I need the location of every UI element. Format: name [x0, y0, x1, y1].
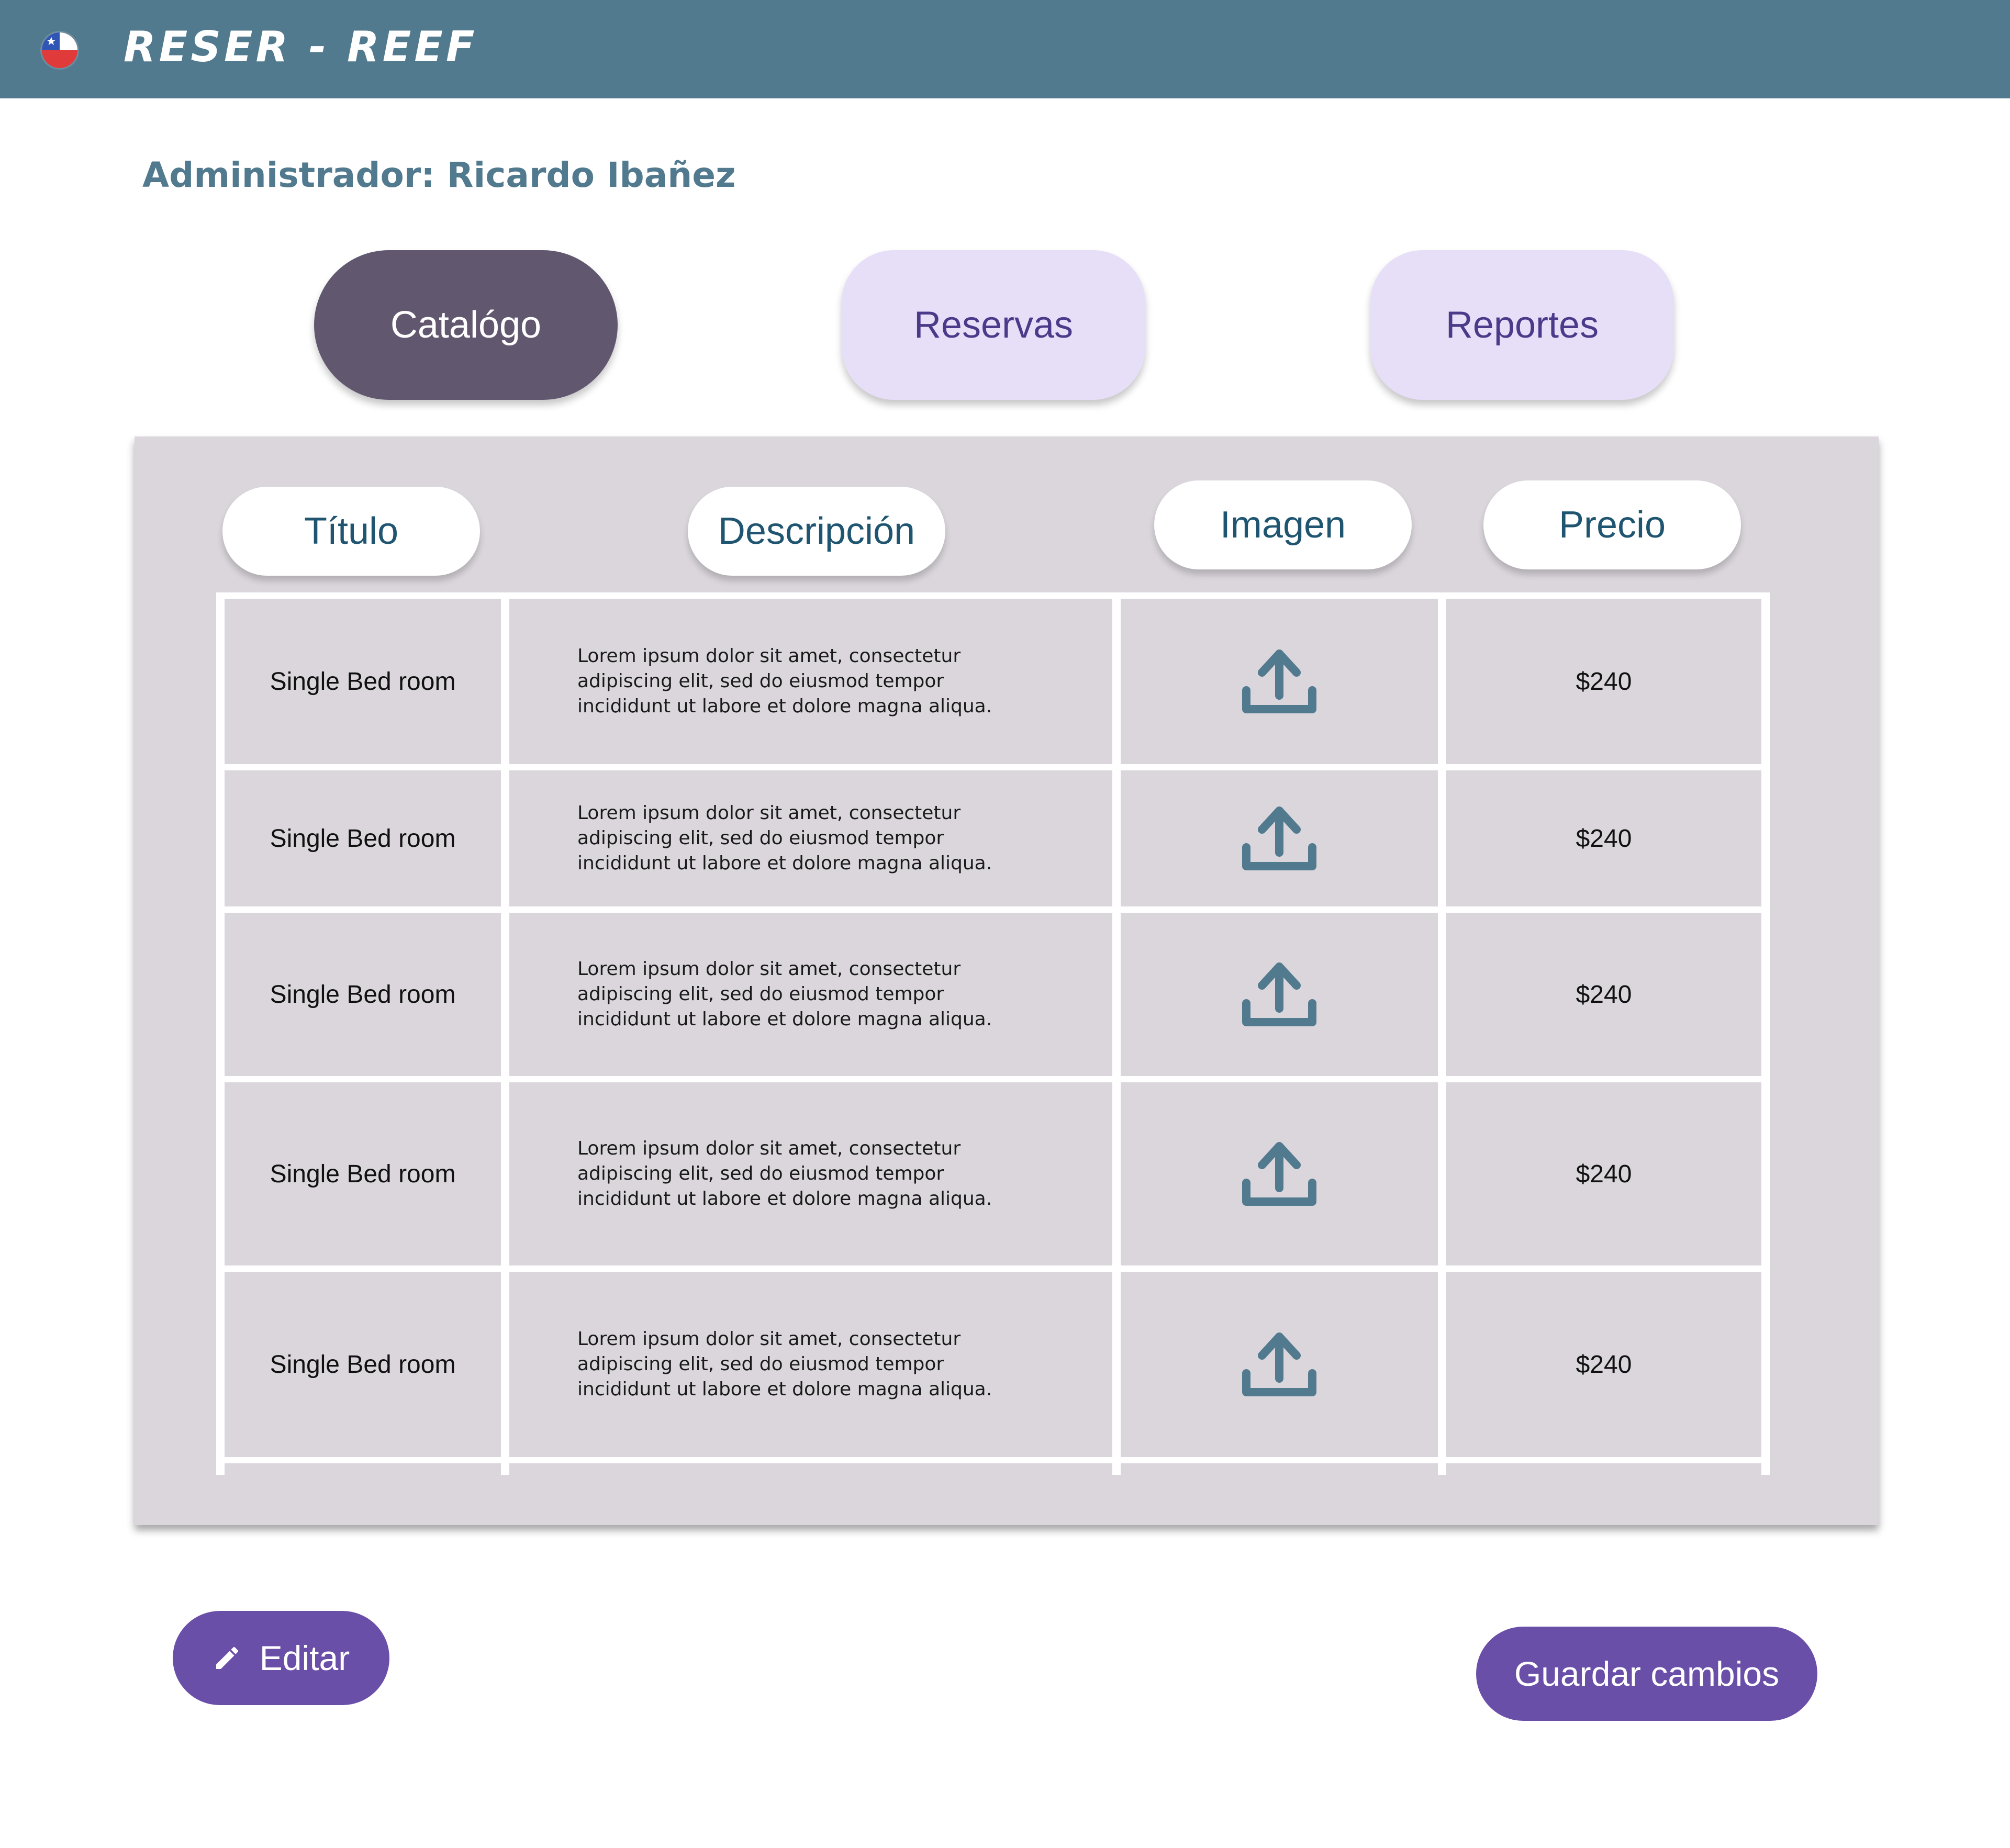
pencil-icon	[216, 1647, 238, 1669]
row-title-cell[interactable]: Single Bed room	[225, 1082, 501, 1265]
row-description-cell[interactable]: Lorem ipsum dolor sit amet, consectetur …	[577, 599, 1038, 764]
row-price-cell[interactable]: $240	[1446, 913, 1761, 1076]
column-header-titulo: Título	[222, 487, 480, 576]
row-description-cell[interactable]: Lorem ipsum dolor sit amet, consectetur …	[577, 1082, 1038, 1265]
upload-icon[interactable]	[1240, 1140, 1319, 1208]
chile-flag-icon: ★	[42, 32, 77, 68]
row-price-cell[interactable]: $240	[1446, 599, 1761, 764]
admin-name-label: Administrador: Ricardo Ibañez	[142, 155, 736, 195]
table-grid-line	[1761, 592, 1770, 1475]
row-price-cell[interactable]: $240	[1446, 1082, 1761, 1265]
upload-icon[interactable]	[1240, 1330, 1319, 1398]
table-grid-line	[1112, 592, 1121, 1475]
row-title-cell[interactable]: Single Bed room	[225, 770, 501, 906]
edit-button[interactable]: Editar	[173, 1611, 389, 1705]
upload-icon[interactable]	[1240, 804, 1319, 872]
row-title-cell[interactable]: Single Bed room	[225, 913, 501, 1076]
row-description-cell[interactable]: Lorem ipsum dolor sit amet, consectetur …	[577, 1272, 1038, 1457]
table-grid-line	[216, 592, 1770, 599]
upload-icon[interactable]	[1240, 647, 1319, 715]
table-grid-line	[216, 1457, 1770, 1463]
catalog-panel: Título Descripción Imagen Precio Single …	[135, 436, 1879, 1525]
row-title-cell[interactable]: Single Bed room	[225, 1272, 501, 1457]
tab-catalogo[interactable]: Catalógo	[314, 250, 618, 400]
row-description-cell[interactable]: Lorem ipsum dolor sit amet, consectetur …	[577, 913, 1038, 1076]
upload-icon[interactable]	[1240, 960, 1319, 1028]
app-brand[interactable]: RESER - REEF	[124, 21, 478, 73]
row-price-cell[interactable]: $240	[1446, 770, 1761, 906]
tab-reportes[interactable]: Reportes	[1370, 250, 1674, 400]
row-price-cell[interactable]: $240	[1446, 1272, 1761, 1457]
table-grid-line	[216, 592, 225, 1475]
tab-reservas[interactable]: Reservas	[842, 250, 1145, 400]
column-header-precio: Precio	[1483, 480, 1741, 569]
edit-button-label: Editar	[259, 1639, 350, 1677]
row-description-cell[interactable]: Lorem ipsum dolor sit amet, consectetur …	[577, 770, 1038, 906]
column-header-descripcion: Descripción	[688, 487, 945, 576]
column-header-imagen: Imagen	[1154, 480, 1412, 569]
save-changes-button[interactable]: Guardar cambios	[1476, 1627, 1817, 1721]
table-grid-line	[501, 592, 509, 1475]
table-grid-line	[216, 764, 1770, 770]
top-bar: ★ RESER - REEF	[0, 0, 2010, 98]
table-grid-line	[216, 1265, 1770, 1272]
row-title-cell[interactable]: Single Bed room	[225, 599, 501, 764]
table-grid-line	[216, 1076, 1770, 1082]
table-grid-line	[1438, 592, 1446, 1475]
table-grid-line	[216, 906, 1770, 913]
